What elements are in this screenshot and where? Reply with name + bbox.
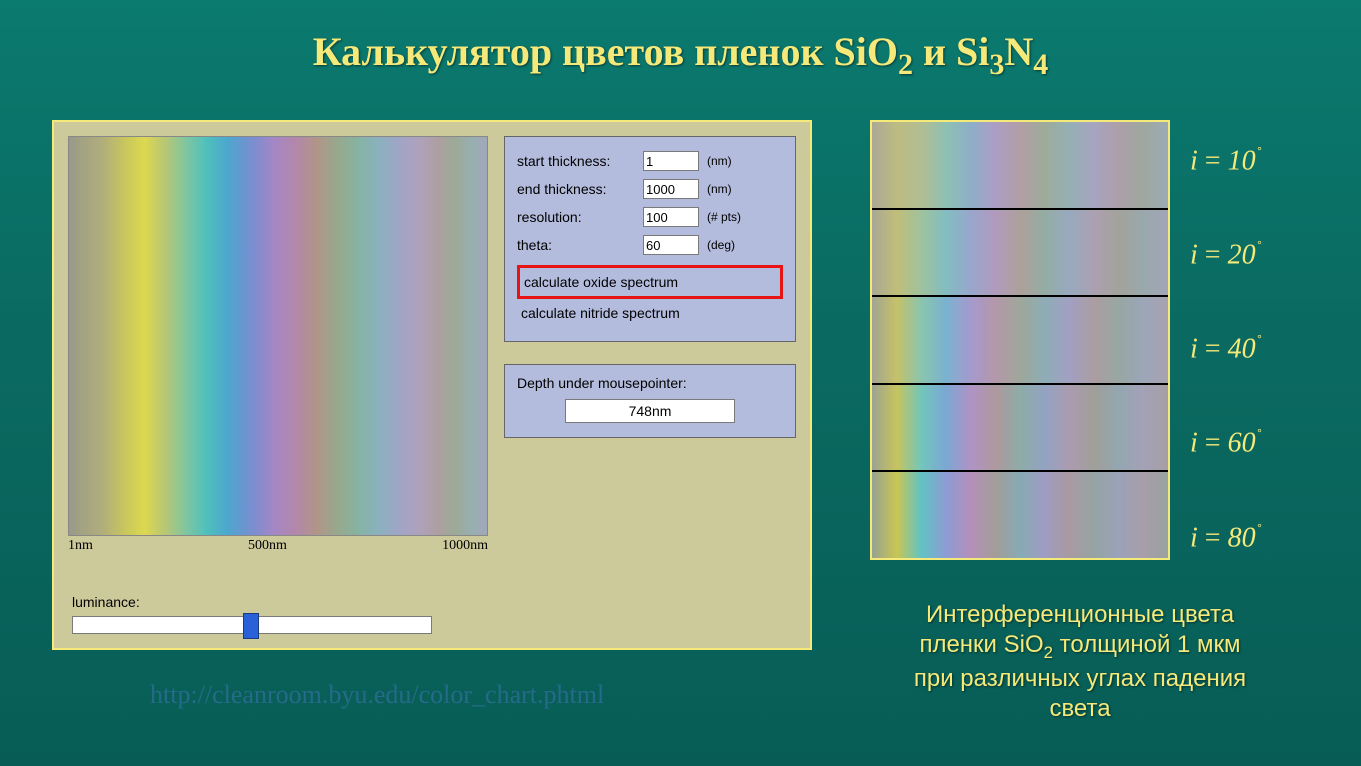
resolution-input[interactable] [643, 207, 699, 227]
angle-label: i = 20˚ [1190, 238, 1340, 271]
theta-label: theta: [517, 237, 637, 253]
spectrum-band [872, 472, 1168, 558]
angle-labels: i = 10˚ i = 20˚ i = 40˚ i = 60˚ i = 80˚ [1190, 144, 1340, 554]
unit-label: (deg) [707, 238, 735, 252]
depth-readout-box: Depth under mousepointer: 748nm [504, 364, 796, 438]
slider-thumb[interactable] [243, 613, 259, 639]
depth-label: Depth under mousepointer: [517, 375, 783, 391]
start-thickness-input[interactable] [643, 151, 699, 171]
luminance-slider[interactable] [72, 616, 432, 634]
axis-tick: 1000nm [442, 538, 488, 554]
angle-spectra-panel [870, 120, 1170, 560]
spectrum-display[interactable] [68, 136, 488, 536]
calculate-oxide-button[interactable]: calculate oxide spectrum [517, 265, 783, 299]
theta-input[interactable] [643, 235, 699, 255]
spectrum-band [872, 297, 1168, 385]
angle-label: i = 60˚ [1190, 426, 1340, 459]
spectrum-band [872, 122, 1168, 210]
axis-tick: 500nm [248, 538, 287, 554]
source-link[interactable]: http://cleanroom.byu.edu/color_chart.pht… [150, 680, 604, 710]
start-thickness-label: start thickness: [517, 153, 637, 169]
calculate-nitride-button[interactable]: calculate nitride spectrum [517, 299, 783, 327]
right-caption: Интерференционные цвета пленки SiO2 толщ… [830, 600, 1330, 724]
spectrum-axis: 1nm 500nm 1000nm [68, 536, 488, 554]
calculator-panel: 1nm 500nm 1000nm start thickness: (nm) e… [52, 120, 812, 650]
angle-label: i = 10˚ [1190, 144, 1340, 177]
end-thickness-input[interactable] [643, 179, 699, 199]
unit-label: (# pts) [707, 210, 741, 224]
parameters-form: start thickness: (nm) end thickness: (nm… [504, 136, 796, 342]
spectrum-band [872, 210, 1168, 298]
unit-label: (nm) [707, 182, 732, 196]
resolution-label: resolution: [517, 209, 637, 225]
axis-tick: 1nm [68, 538, 93, 554]
end-thickness-label: end thickness: [517, 181, 637, 197]
unit-label: (nm) [707, 154, 732, 168]
spectrum-band [872, 385, 1168, 473]
slide-title: Калькулятор цветов пленок SiO2 и Si3N4 [0, 0, 1361, 82]
angle-label: i = 80˚ [1190, 521, 1340, 554]
luminance-label: luminance: [72, 594, 792, 610]
depth-value: 748nm [565, 399, 735, 423]
angle-label: i = 40˚ [1190, 332, 1340, 365]
